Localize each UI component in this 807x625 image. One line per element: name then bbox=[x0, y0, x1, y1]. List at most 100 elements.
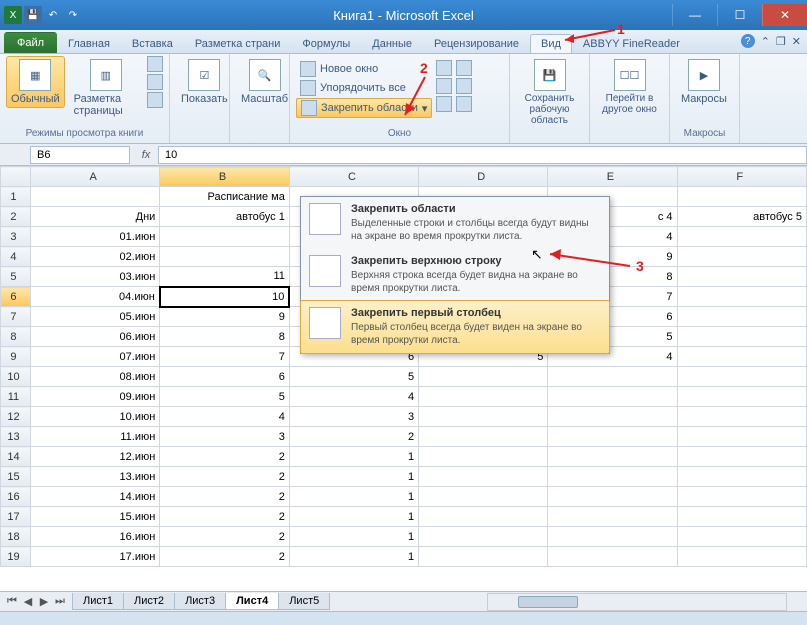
fx-icon[interactable]: fx bbox=[134, 149, 158, 161]
arrange-all-button[interactable]: Упорядочить все bbox=[296, 79, 432, 97]
col-header-a[interactable]: A bbox=[30, 167, 159, 187]
save-workspace-icon: 💾 bbox=[534, 59, 566, 91]
active-cell[interactable]: 10 bbox=[160, 287, 290, 307]
sync-scroll-icon[interactable] bbox=[456, 78, 472, 94]
tab-data[interactable]: Данные bbox=[361, 34, 423, 53]
spreadsheet-grid[interactable]: A B C D E F 1Расписание ма 2Дниавтобус 1… bbox=[0, 166, 807, 586]
help-icon[interactable]: ? bbox=[741, 34, 755, 48]
formula-bar: B6 fx 10 bbox=[0, 144, 807, 166]
arrange-all-icon bbox=[300, 80, 316, 96]
sheet-tab[interactable]: Лист5 bbox=[278, 593, 330, 610]
tab-pagelayout[interactable]: Разметка страни bbox=[184, 34, 292, 53]
row-header[interactable]: 12 bbox=[1, 407, 31, 427]
hide-icon[interactable] bbox=[436, 78, 452, 94]
side-by-side-icon[interactable] bbox=[456, 60, 472, 76]
col-header-e[interactable]: E bbox=[548, 167, 677, 187]
pagelayout-view-icon: ▥ bbox=[90, 59, 122, 91]
cursor-icon: ↖ bbox=[531, 246, 543, 263]
reset-position-icon[interactable] bbox=[456, 96, 472, 112]
row-header[interactable]: 15 bbox=[1, 467, 31, 487]
minimize-ribbon-icon[interactable]: ⌃ bbox=[761, 35, 770, 48]
freeze-first-column-icon bbox=[309, 307, 341, 339]
row-header[interactable]: 6 bbox=[1, 287, 31, 307]
freeze-panes-option[interactable]: Закрепить области Выделенные строки и ст… bbox=[301, 197, 609, 249]
col-header-b[interactable]: B bbox=[160, 167, 290, 187]
row-header[interactable]: 17 bbox=[1, 507, 31, 527]
redo-icon[interactable]: ↷ bbox=[64, 6, 82, 24]
pagelayout-view-button[interactable]: ▥ Разметка страницы bbox=[69, 56, 143, 120]
row-header[interactable]: 8 bbox=[1, 327, 31, 347]
close-button[interactable]: ✕ bbox=[762, 4, 807, 26]
row-header[interactable]: 5 bbox=[1, 267, 31, 287]
normal-view-button[interactable]: ▦ Обычный bbox=[6, 56, 65, 108]
row-header[interactable]: 3 bbox=[1, 227, 31, 247]
sheet-tab[interactable]: Лист2 bbox=[123, 593, 175, 610]
sheet-nav-last[interactable]: ⏭ bbox=[52, 594, 68, 610]
row-header[interactable]: 11 bbox=[1, 387, 31, 407]
zoom-button[interactable]: 🔍 Масштаб bbox=[236, 56, 293, 108]
custom-views-icon[interactable] bbox=[147, 74, 163, 90]
sheet-nav-first[interactable]: ⏮ bbox=[4, 594, 20, 610]
group-views-label: Режимы просмотра книги bbox=[6, 128, 163, 141]
tab-insert[interactable]: Вставка bbox=[121, 34, 184, 53]
freeze-panes-icon bbox=[301, 100, 317, 116]
tab-home[interactable]: Главная bbox=[57, 34, 121, 53]
show-button[interactable]: ☑ Показать bbox=[176, 56, 233, 108]
tab-abbyy[interactable]: ABBYY FineReader bbox=[572, 34, 691, 53]
freeze-panes-option-icon bbox=[309, 203, 341, 235]
save-icon[interactable]: 💾 bbox=[24, 6, 42, 24]
show-icon: ☑ bbox=[188, 59, 220, 91]
row-header[interactable]: 1 bbox=[1, 187, 31, 207]
sheet-nav-next[interactable]: ▶ bbox=[36, 594, 52, 610]
pagebreak-icon[interactable] bbox=[147, 56, 163, 72]
new-window-button[interactable]: Новое окно bbox=[296, 60, 432, 78]
macros-button[interactable]: ▶ Макросы bbox=[676, 56, 732, 108]
window-title: Книга1 - Microsoft Excel bbox=[333, 8, 474, 23]
row-header[interactable]: 4 bbox=[1, 247, 31, 267]
sheet-tab-active[interactable]: Лист4 bbox=[225, 593, 279, 610]
restore-window-icon[interactable]: ❐ bbox=[776, 35, 786, 48]
switch-windows-icon: ☐☐ bbox=[614, 59, 646, 91]
unhide-icon[interactable] bbox=[436, 96, 452, 112]
switch-windows-button[interactable]: ☐☐ Перейти в другое окно bbox=[596, 56, 663, 118]
row-header[interactable]: 10 bbox=[1, 367, 31, 387]
undo-icon[interactable]: ↶ bbox=[44, 6, 62, 24]
scrollbar-thumb[interactable] bbox=[518, 596, 578, 608]
minimize-button[interactable]: — bbox=[672, 4, 717, 26]
tab-file[interactable]: Файл bbox=[4, 32, 57, 53]
sheet-tab[interactable]: Лист3 bbox=[174, 593, 226, 610]
tab-review[interactable]: Рецензирование bbox=[423, 34, 530, 53]
freeze-panes-menu: Закрепить области Выделенные строки и ст… bbox=[300, 196, 610, 354]
group-macros-label: Макросы bbox=[676, 128, 733, 141]
select-all-corner[interactable] bbox=[1, 167, 31, 187]
tab-view[interactable]: Вид bbox=[530, 34, 572, 53]
sheet-nav-prev[interactable]: ◀ bbox=[20, 594, 36, 610]
freeze-panes-button[interactable]: Закрепить области ▾ bbox=[296, 98, 432, 118]
row-header[interactable]: 9 bbox=[1, 347, 31, 367]
row-header[interactable]: 2 bbox=[1, 207, 31, 227]
split-icon[interactable] bbox=[436, 60, 452, 76]
row-header[interactable]: 16 bbox=[1, 487, 31, 507]
row-header[interactable]: 18 bbox=[1, 527, 31, 547]
row-header[interactable]: 14 bbox=[1, 447, 31, 467]
col-header-c[interactable]: C bbox=[289, 167, 418, 187]
col-header-d[interactable]: D bbox=[419, 167, 548, 187]
excel-icon[interactable]: X bbox=[4, 6, 22, 24]
tab-formulas[interactable]: Формулы bbox=[291, 34, 361, 53]
horizontal-scrollbar[interactable] bbox=[487, 593, 787, 611]
maximize-button[interactable]: ☐ bbox=[717, 4, 762, 26]
sheet-tab[interactable]: Лист1 bbox=[72, 593, 124, 610]
fullscreen-icon[interactable] bbox=[147, 92, 163, 108]
row-header[interactable]: 13 bbox=[1, 427, 31, 447]
name-box[interactable]: B6 bbox=[30, 146, 130, 164]
ribbon-tabs: Файл Главная Вставка Разметка страни Фор… bbox=[0, 30, 807, 54]
close-workbook-icon[interactable]: ✕ bbox=[792, 35, 801, 48]
freeze-first-column-option[interactable]: Закрепить первый столбец Первый столбец … bbox=[300, 300, 610, 354]
col-header-f[interactable]: F bbox=[677, 167, 806, 187]
freeze-top-row-icon bbox=[309, 255, 341, 287]
save-workspace-button[interactable]: 💾 Сохранить рабочую область bbox=[516, 56, 583, 129]
row-header[interactable]: 7 bbox=[1, 307, 31, 327]
row-header[interactable]: 19 bbox=[1, 547, 31, 567]
freeze-top-row-option[interactable]: Закрепить верхнюю строку Верхняя строка … bbox=[301, 249, 609, 301]
formula-input[interactable]: 10 bbox=[158, 146, 807, 164]
